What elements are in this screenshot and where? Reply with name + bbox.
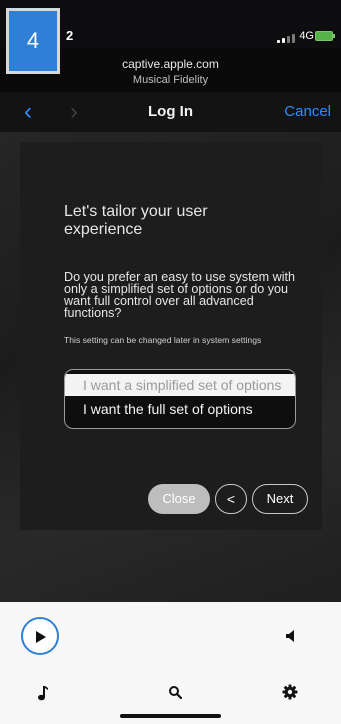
dialog-hint: This setting can be changed later in sys… [64,335,262,345]
close-button[interactable]: Close [148,484,210,514]
network-label: 4G [299,30,314,42]
play-icon [36,631,46,643]
options-picker[interactable]: I want a simplified set of options I wan… [64,369,296,429]
next-button[interactable]: Next [252,484,308,514]
cancel-button[interactable]: Cancel [284,103,331,120]
battery-icon [315,31,335,41]
status-time: 2 [66,28,74,43]
option-simplified[interactable]: I want a simplified set of options [65,374,295,396]
dialog-question: Do you prefer an easy to use system with… [64,270,295,320]
site-name: Musical Fidelity [132,74,209,86]
search-icon[interactable] [168,685,182,699]
previous-button[interactable]: < [215,484,247,514]
dialog-headline: Let's tailor your user experience [64,203,208,238]
play-button[interactable] [21,617,59,655]
music-note-icon[interactable] [37,685,49,701]
option-full[interactable]: I want the full set of options [65,398,295,420]
volume-icon[interactable] [284,629,298,643]
gear-icon[interactable] [282,684,298,700]
home-indicator[interactable] [120,714,221,718]
signal-icon [277,34,295,43]
nav-bar: ‹ › Log In Cancel [0,92,341,132]
step-badge: 4 [6,8,60,74]
